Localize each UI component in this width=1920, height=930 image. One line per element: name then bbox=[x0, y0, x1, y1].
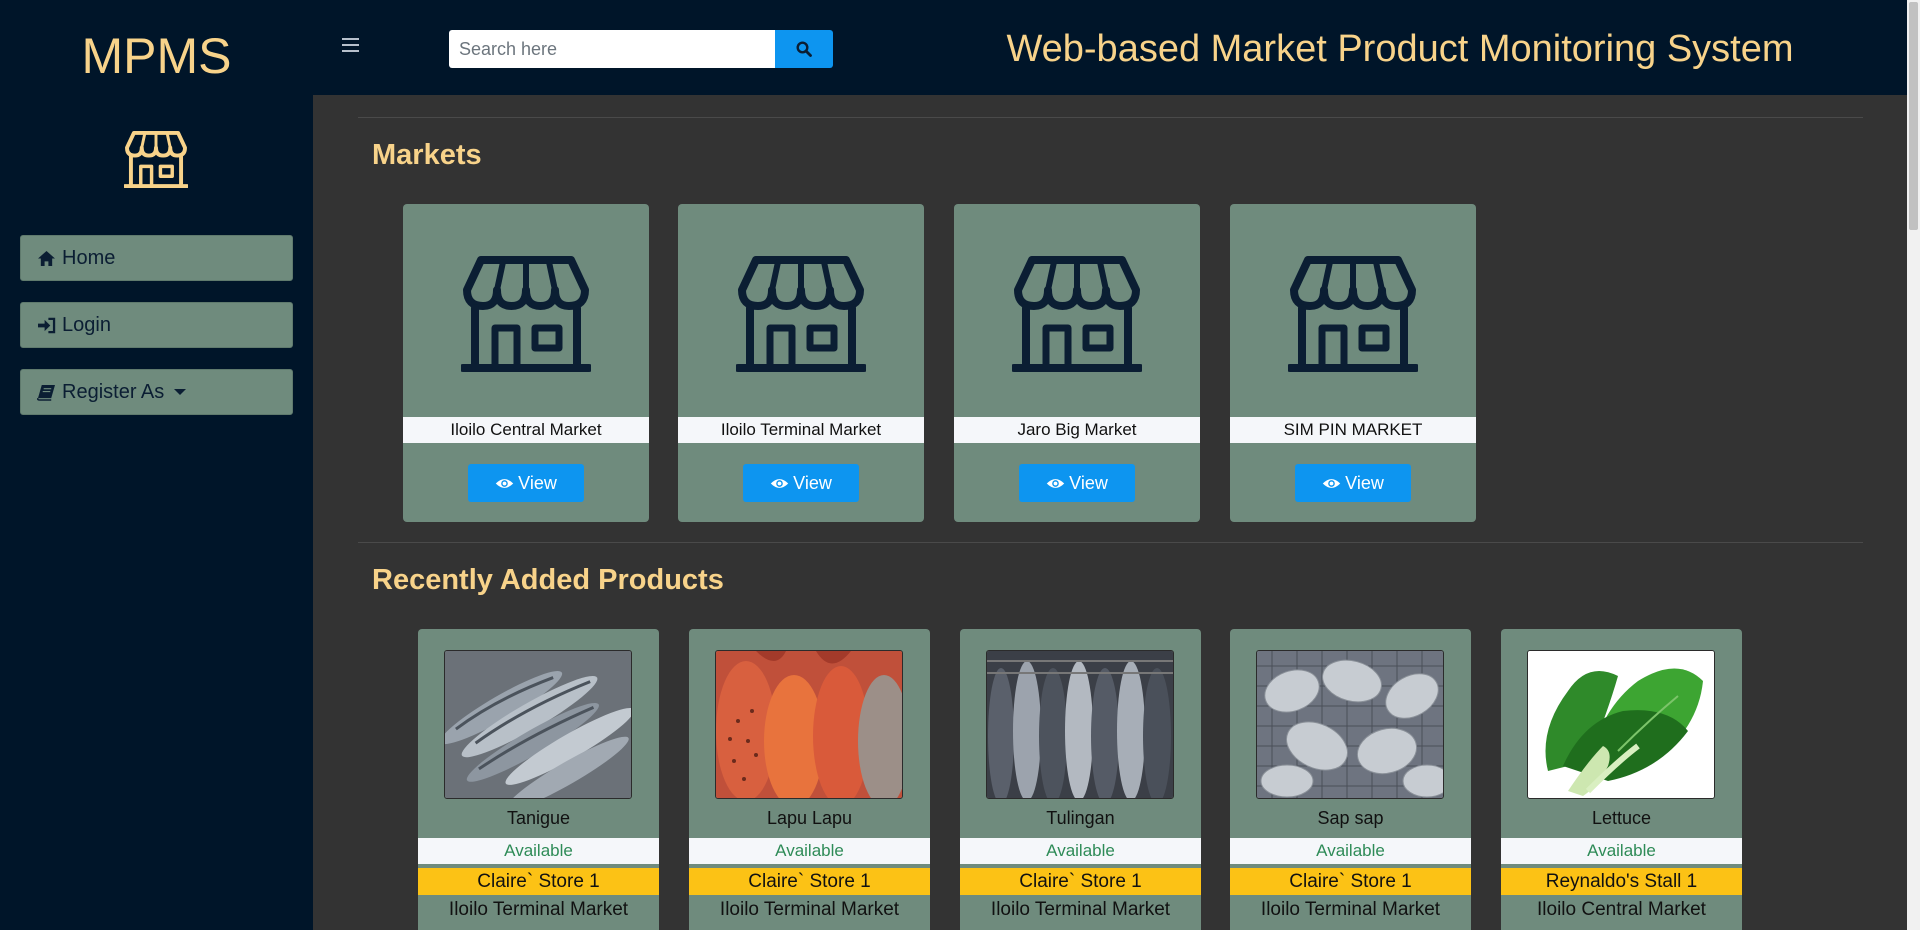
home-icon bbox=[38, 250, 55, 266]
view-label: View bbox=[518, 472, 557, 493]
product-market: Iloilo Terminal Market bbox=[719, 899, 900, 920]
page-title: Web-based Market Product Monitoring Syst… bbox=[1006, 28, 1794, 70]
product-card[interactable]: Lettuce Available Reynaldo's Stall 1 Ilo… bbox=[1501, 629, 1742, 930]
eye-icon bbox=[1322, 477, 1341, 490]
store-name: Claire` Store 1 bbox=[960, 868, 1201, 895]
store-name: Claire` Store 1 bbox=[418, 868, 659, 895]
eye-icon bbox=[1046, 477, 1065, 490]
market-name: Iloilo Central Market bbox=[403, 417, 649, 443]
store-icon bbox=[124, 131, 188, 189]
product-name: Tanigue bbox=[506, 808, 571, 828]
product-card[interactable]: Tanigue Available Claire` Store 1 Iloilo… bbox=[418, 629, 659, 930]
product-image bbox=[715, 650, 903, 799]
search-button[interactable] bbox=[775, 30, 833, 68]
product-name: Sap sap bbox=[1317, 808, 1384, 828]
status-badge: Available bbox=[1501, 838, 1742, 864]
store-name: Claire` Store 1 bbox=[689, 868, 930, 895]
markets-title: Markets bbox=[372, 139, 482, 171]
product-image bbox=[986, 650, 1174, 799]
status-badge: Available bbox=[418, 838, 659, 864]
page-scrollbar[interactable] bbox=[1907, 0, 1920, 930]
view-label: View bbox=[1345, 472, 1384, 493]
divider bbox=[358, 117, 1863, 118]
market-card: Jaro Big Market View bbox=[954, 204, 1200, 522]
products-title: Recently Added Products bbox=[372, 564, 724, 596]
product-image bbox=[1256, 650, 1444, 799]
eye-icon bbox=[495, 477, 514, 490]
market-name: Iloilo Terminal Market bbox=[678, 417, 924, 443]
view-label: View bbox=[1069, 472, 1108, 493]
sign-in-icon bbox=[38, 317, 56, 333]
book-icon bbox=[37, 384, 55, 401]
store-icon bbox=[1288, 256, 1418, 374]
scroll-thumb[interactable] bbox=[1909, 2, 1918, 230]
market-card: SIM PIN MARKET View bbox=[1230, 204, 1476, 522]
product-image bbox=[444, 650, 632, 799]
eye-icon bbox=[770, 477, 789, 490]
status-badge: Available bbox=[1230, 838, 1471, 864]
sidebar-item-login[interactable]: Login bbox=[20, 302, 293, 348]
view-market-button[interactable]: View bbox=[1295, 464, 1411, 502]
store-icon bbox=[1012, 256, 1142, 374]
sidebar-item-label: Register As bbox=[62, 380, 165, 403]
store-icon bbox=[461, 256, 591, 374]
market-name: SIM PIN MARKET bbox=[1230, 417, 1476, 443]
sidebar-item-label: Login bbox=[62, 313, 111, 336]
market-card: Iloilo Terminal Market View bbox=[678, 204, 924, 522]
sidebar-item-home[interactable]: Home bbox=[20, 235, 293, 281]
product-market: Iloilo Central Market bbox=[1537, 899, 1706, 920]
product-card[interactable]: Sap sap Available Claire` Store 1 Iloilo… bbox=[1230, 629, 1471, 930]
market-card: Iloilo Central Market View bbox=[403, 204, 649, 522]
store-name: Claire` Store 1 bbox=[1230, 868, 1471, 895]
product-market: Iloilo Terminal Market bbox=[1260, 899, 1441, 920]
product-card[interactable]: Lapu Lapu Available Claire` Store 1 Iloi… bbox=[689, 629, 930, 930]
view-market-button[interactable]: View bbox=[743, 464, 859, 502]
status-badge: Available bbox=[689, 838, 930, 864]
sidebar-item-register[interactable]: Register As bbox=[20, 369, 293, 415]
store-name: Reynaldo's Stall 1 bbox=[1501, 868, 1742, 895]
view-market-button[interactable]: View bbox=[1019, 464, 1135, 502]
product-image bbox=[1527, 650, 1715, 799]
store-icon bbox=[736, 256, 866, 374]
product-name: Lapu Lapu bbox=[766, 808, 853, 828]
product-name: Tulingan bbox=[1046, 808, 1115, 828]
view-market-button[interactable]: View bbox=[468, 464, 584, 502]
market-name: Jaro Big Market bbox=[954, 417, 1200, 443]
product-market: Iloilo Terminal Market bbox=[990, 899, 1171, 920]
product-name: Lettuce bbox=[1591, 808, 1652, 828]
divider bbox=[358, 542, 1863, 543]
search-input[interactable] bbox=[449, 30, 775, 68]
sidebar: MPMS Home Login Register As bbox=[0, 0, 313, 930]
brand-logo[interactable]: MPMS bbox=[0, 26, 313, 86]
chevron-down-icon bbox=[174, 389, 187, 395]
hamburger-icon[interactable] bbox=[342, 38, 359, 52]
view-label: View bbox=[793, 472, 832, 493]
status-badge: Available bbox=[960, 838, 1201, 864]
product-card[interactable]: Tulingan Available Claire` Store 1 Iloil… bbox=[960, 629, 1201, 930]
product-market: Iloilo Terminal Market bbox=[448, 899, 629, 920]
sidebar-item-label: Home bbox=[62, 246, 116, 269]
search-icon bbox=[796, 41, 812, 57]
